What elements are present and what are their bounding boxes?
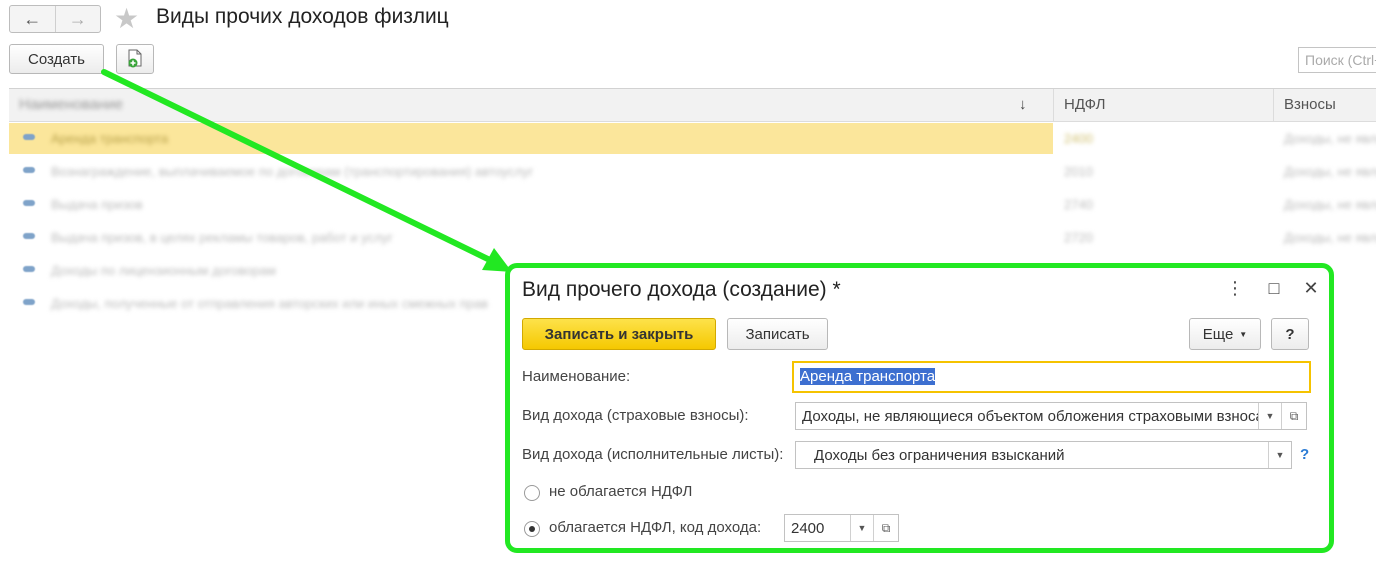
income-type-dialog: Вид прочего дохода (создание) * ⋮ □ ✕ За… <box>505 263 1334 553</box>
maximize-icon[interactable]: □ <box>1262 278 1286 299</box>
table-row[interactable]: Аренда транспорта 2400 Доходы, не являющ… <box>9 123 1376 156</box>
page-title: Виды прочих доходов физлиц <box>156 5 449 28</box>
more-actions-icon[interactable]: ⋮ <box>1223 278 1247 299</box>
favorite-star-icon[interactable]: ★ <box>114 2 139 35</box>
row-name: Доходы по лицензионным договорам <box>51 263 276 278</box>
table-row[interactable]: Выдача призов, в целях рекламы товаров, … <box>9 222 1376 255</box>
row-contrib: Доходы, не являющиеся <box>1284 197 1376 212</box>
list-header: Наименование ↓ НДФЛ Взносы <box>9 89 1376 122</box>
row-name: Аренда транспорта <box>51 131 169 146</box>
writs-income-select[interactable]: Доходы без ограничения взысканий ▼ <box>795 441 1292 469</box>
item-icon <box>23 134 35 140</box>
name-value: Аренда транспорта <box>800 368 936 385</box>
row-ndfl: 2720 <box>1064 230 1093 245</box>
more-button-label: Еще <box>1202 325 1234 343</box>
row-name: Вознаграждение, выплачиваемое по договор… <box>51 164 534 179</box>
save-button[interactable]: Записать <box>727 318 828 350</box>
item-icon <box>23 167 35 173</box>
item-icon <box>23 200 35 206</box>
back-arrow-icon[interactable]: ← <box>10 6 55 32</box>
dropdown-arrow-icon[interactable]: ▼ <box>1268 442 1291 468</box>
dropdown-arrow-icon[interactable]: ▼ <box>850 515 873 541</box>
open-icon[interactable]: ⧉ <box>873 515 898 541</box>
search-input[interactable]: Поиск (Ctrl+F) <box>1298 47 1376 73</box>
item-icon <box>23 299 35 305</box>
row-ndfl: 2400 <box>1064 131 1093 146</box>
insurance-income-label: Вид дохода (страховые взносы): <box>522 407 749 424</box>
row-contrib: Доходы, не являющиеся <box>1284 131 1376 146</box>
writs-help-icon[interactable]: ? <box>1300 446 1309 463</box>
nav-buttons: ← → <box>9 5 101 33</box>
forward-arrow-icon[interactable]: → <box>54 6 101 32</box>
save-and-close-button[interactable]: Записать и закрыть <box>522 318 716 350</box>
close-icon[interactable]: ✕ <box>1299 278 1323 299</box>
add-copy-button[interactable] <box>116 44 154 74</box>
not-taxed-radio[interactable] <box>524 485 540 501</box>
table-row[interactable]: Вознаграждение, выплачиваемое по договор… <box>9 156 1376 189</box>
income-code-value: 2400 <box>791 519 825 537</box>
row-ndfl: 2740 <box>1064 197 1093 212</box>
column-name-header[interactable]: Наименование <box>9 89 1053 121</box>
name-field[interactable]: Аренда транспорта <box>792 361 1311 393</box>
row-name: Доходы, полученные от отправления авторс… <box>51 296 489 311</box>
column-contrib-header[interactable]: Взносы <box>1273 89 1376 121</box>
dropdown-arrow-icon: ▼ <box>1239 329 1248 339</box>
item-icon <box>23 266 35 272</box>
dropdown-arrow-icon[interactable]: ▼ <box>1258 403 1281 429</box>
row-name: Выдача призов <box>51 197 143 212</box>
name-label: Наименование: <box>522 368 631 385</box>
row-ndfl: 2010 <box>1064 164 1093 179</box>
row-contrib: Доходы, не являющиеся <box>1284 230 1376 245</box>
dialog-title: Вид прочего дохода (создание) * <box>522 278 841 301</box>
add-copy-icon <box>128 49 142 68</box>
taxed-radio[interactable] <box>524 521 540 537</box>
row-contrib: Доходы, не являющиеся <box>1284 164 1376 179</box>
writs-income-value: Доходы без ограничения взысканий <box>814 446 1065 464</box>
sort-down-icon[interactable]: ↓ <box>1019 89 1049 121</box>
item-icon <box>23 233 35 239</box>
row-name: Выдача призов, в целях рекламы товаров, … <box>51 230 393 245</box>
more-button[interactable]: Еще ▼ <box>1189 318 1261 350</box>
help-button[interactable]: ? <box>1271 318 1309 350</box>
not-taxed-label: не облагается НДФЛ <box>549 483 693 500</box>
insurance-income-select[interactable]: Доходы, не являющиеся объектом обложения… <box>795 402 1307 430</box>
radio-selected-dot <box>529 526 535 532</box>
create-button[interactable]: Создать <box>9 44 104 74</box>
table-row[interactable]: Выдача призов 2740 Доходы, не являющиеся <box>9 189 1376 222</box>
open-icon[interactable]: ⧉ <box>1281 403 1306 429</box>
insurance-income-value: Доходы, не являющиеся объектом обложения… <box>802 407 1258 425</box>
writs-income-label: Вид дохода (исполнительные листы): <box>522 446 784 463</box>
income-code-select[interactable]: 2400 ▼ ⧉ <box>784 514 899 542</box>
taxed-label: облагается НДФЛ, код дохода: <box>549 519 762 536</box>
column-ndfl-header[interactable]: НДФЛ <box>1053 89 1273 121</box>
